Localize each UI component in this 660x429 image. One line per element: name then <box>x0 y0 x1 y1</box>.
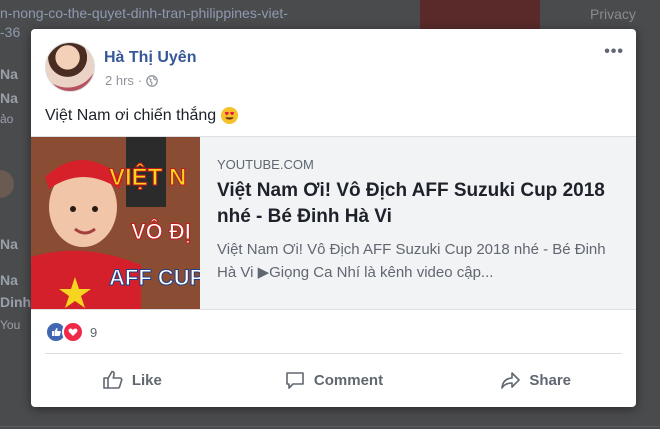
link-domain: YOUTUBE.COM <box>217 157 314 172</box>
svg-text:VIỆT N: VIỆT N <box>109 163 186 191</box>
reaction-icons <box>45 321 84 343</box>
share-arrow-icon <box>501 372 521 389</box>
globe-icon[interactable] <box>146 74 159 87</box>
comment-button[interactable]: Comment <box>233 360 435 400</box>
meta-separator: · <box>137 73 143 88</box>
link-body: YOUTUBE.COM Việt Nam Ơi! Vô Địch AFF Suz… <box>217 157 617 284</box>
reaction-count: 9 <box>90 324 98 340</box>
actions-divider <box>45 353 622 354</box>
link-preview[interactable]: VIỆT N VÔ ĐỊ AFF CUP YOUTUBE.COM Việt Na… <box>31 136 636 310</box>
heart-eyes-emoji-icon <box>221 106 239 125</box>
background-snippet: Na <box>0 90 18 106</box>
comment-label: Comment <box>313 371 384 389</box>
like-button[interactable]: Like <box>31 360 233 400</box>
link-description: Việt Nam Ơi! Vô Địch AFF Suzuki Cup 2018… <box>217 241 606 281</box>
like-label: Like <box>131 371 162 389</box>
post-text: Việt Nam ơi chiến thắng <box>45 106 239 125</box>
background-avatar <box>0 170 14 198</box>
share-label: Share <box>529 371 572 389</box>
background-snippet: ảo <box>0 112 14 126</box>
post-timestamp[interactable]: 2 hrs <box>105 73 134 88</box>
background-divider <box>0 426 660 427</box>
post-meta: 2 hrs · <box>105 73 159 88</box>
reactions-summary[interactable]: 9 <box>45 321 97 343</box>
background-snippet: Dinh <box>0 294 32 310</box>
author-avatar[interactable] <box>45 42 95 92</box>
love-reaction-icon <box>62 321 84 343</box>
more-options-button[interactable]: ••• <box>604 43 624 61</box>
author-name[interactable]: Hà Thị Uyên <box>104 49 196 67</box>
thumbs-up-icon <box>103 370 123 389</box>
background-privacy-link: Privacy <box>590 6 636 22</box>
background-thumbnail <box>420 0 540 30</box>
post-card: Hà Thị Uyên 2 hrs · ••• Việt Nam ơi chiế… <box>31 29 636 407</box>
background-snippet: Na <box>0 236 18 252</box>
svg-text:AFF CUP: AFF CUP <box>109 265 200 290</box>
background-snippet: Na <box>0 66 18 82</box>
video-thumbnail[interactable]: VIỆT N VÔ ĐỊ AFF CUP <box>31 137 200 309</box>
svg-text:VÔ ĐỊ: VÔ ĐỊ <box>131 219 191 244</box>
background-snippet: You <box>0 318 21 332</box>
link-title[interactable]: Việt Nam Ơi! Vô Địch AFF Suzuki Cup 2018… <box>217 178 617 230</box>
post-actions: Like Comment Share <box>31 360 636 400</box>
share-button[interactable]: Share <box>434 360 636 400</box>
thumbnail-art: VIỆT N VÔ ĐỊ AFF CUP <box>31 137 200 309</box>
background-snippet: Na <box>0 272 18 288</box>
comment-icon <box>286 372 304 389</box>
post-message: Việt Nam ơi chiến thắng <box>45 106 217 124</box>
